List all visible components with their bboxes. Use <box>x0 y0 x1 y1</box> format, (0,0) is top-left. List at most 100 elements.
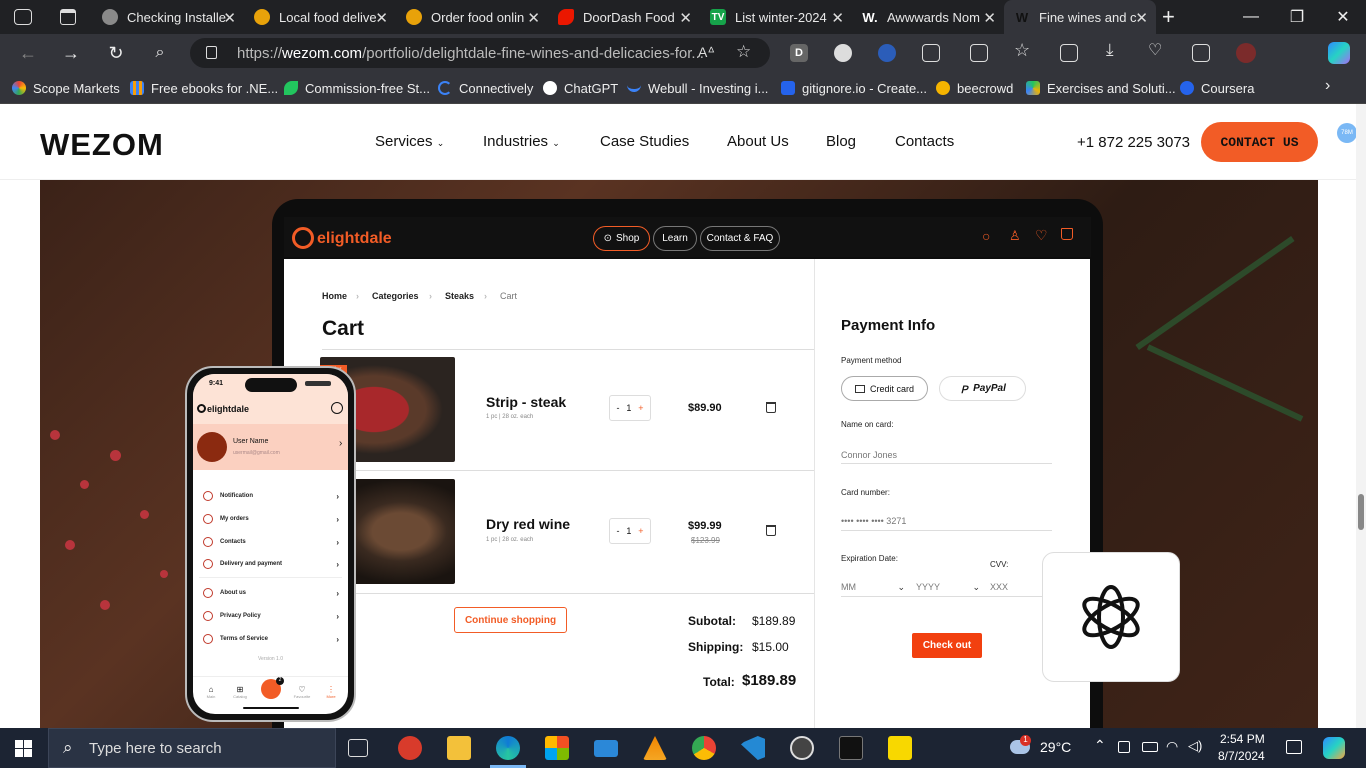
refresh-icon[interactable]: ↻ <box>102 40 130 66</box>
media-player-icon[interactable] <box>790 736 814 760</box>
screenshot-icon[interactable] <box>1192 44 1210 62</box>
trash-icon[interactable] <box>766 525 776 536</box>
extension-globe-icon[interactable] <box>834 44 852 62</box>
trash-icon[interactable] <box>766 402 776 413</box>
learn-pill[interactable]: Learn <box>653 226 697 251</box>
quantity-stepper[interactable]: -1 + <box>609 395 651 421</box>
phone-number-link[interactable]: +1 872 225 3073 <box>1077 134 1190 151</box>
terminal-icon[interactable] <box>839 736 863 760</box>
nav-case-studies[interactable]: Case Studies <box>600 133 689 150</box>
tab-cart[interactable]: 2 <box>261 677 284 699</box>
tab-main[interactable]: ⌂ Main <box>203 685 219 699</box>
contact-faq-pill[interactable]: Contact & FAQ <box>700 226 780 251</box>
app-red-icon[interactable] <box>398 736 422 760</box>
breadcrumb-steaks[interactable]: Steaks <box>445 291 474 301</box>
user-icon[interactable]: ♙ <box>1009 228 1021 244</box>
menu-delivery[interactable]: Delivery and payment › <box>203 559 339 569</box>
nav-industries[interactable]: Industries ⌄ <box>483 133 560 150</box>
scrollbar-thumb[interactable] <box>1358 494 1364 530</box>
browser-tab[interactable]: Order food onlin ✕ <box>396 0 548 34</box>
favorite-star-icon[interactable]: ☆ <box>736 42 751 62</box>
tray-app-icon[interactable] <box>1118 741 1130 753</box>
nav-about-us[interactable]: About Us <box>727 133 789 150</box>
nav-services[interactable]: Services ⌄ <box>375 133 444 150</box>
browser-tab[interactable]: DoorDash Food ✕ <box>548 0 700 34</box>
vscode-icon[interactable] <box>741 736 765 760</box>
decrease-button[interactable]: - <box>616 403 619 413</box>
bookmark-item[interactable]: Commission-free St... <box>284 79 430 97</box>
chrome-icon[interactable] <box>692 736 716 760</box>
clock-time[interactable]: 2:54 PM <box>1220 732 1265 746</box>
close-tab-icon[interactable]: ✕ <box>375 9 388 27</box>
extension-badge[interactable]: 78M <box>1337 123 1357 143</box>
tray-chevron-icon[interactable]: ⌃ <box>1094 737 1106 754</box>
split-screen-icon[interactable] <box>970 44 988 62</box>
edge-icon[interactable] <box>496 736 520 760</box>
shop-pill[interactable]: ⊙ Shop <box>593 226 650 251</box>
extension-d-icon[interactable]: D <box>790 44 808 62</box>
menu-terms[interactable]: Terms of Service › <box>203 634 339 644</box>
wifi-icon[interactable]: ◠ <box>1166 738 1178 755</box>
close-tab-icon[interactable]: ✕ <box>679 9 692 27</box>
continue-shopping-button[interactable]: Continue shopping <box>454 607 567 633</box>
bookmarks-overflow-icon[interactable]: › <box>1325 77 1330 95</box>
weather-temp[interactable]: 29°C <box>1040 739 1071 755</box>
increase-button[interactable]: + <box>638 403 643 413</box>
wezom-logo[interactable]: WEZOM <box>40 127 164 163</box>
nav-blog[interactable]: Blog <box>826 133 856 150</box>
name-on-card-field[interactable]: Connor Jones <box>841 450 897 460</box>
favorites-icon[interactable]: ☆ <box>1014 40 1030 61</box>
downloads-icon[interactable]: ⤓ <box>1106 40 1114 60</box>
phone-search-icon[interactable] <box>331 402 343 414</box>
page-scrollbar[interactable] <box>1356 104 1366 728</box>
notifications-icon[interactable] <box>1286 740 1302 754</box>
search-icon[interactable]: ○ <box>982 228 990 244</box>
windows-start-icon[interactable] <box>15 740 32 757</box>
card-number-field[interactable]: •••• •••• •••• 3271 <box>841 516 906 526</box>
bookmark-item[interactable]: Webull - Investing i... <box>627 79 768 97</box>
mail-icon[interactable] <box>594 740 618 757</box>
browser-tab-active[interactable]: W Fine wines and c ✕ <box>1004 0 1156 34</box>
contact-us-button[interactable]: CONTACT US <box>1201 122 1318 162</box>
address-bar[interactable]: https://wezom.com/portfolio/delightdale-… <box>190 38 770 68</box>
year-select[interactable]: YYYY ⌄ <box>916 582 980 592</box>
close-tab-icon[interactable]: ✕ <box>527 9 540 27</box>
bookmark-item[interactable]: Coursera <box>1180 79 1254 97</box>
profile-card[interactable]: User Name usermail@gmail.com › <box>193 424 348 470</box>
battery-icon[interactable] <box>1142 742 1158 752</box>
browser-tab[interactable]: Checking Installe ✕ <box>92 0 244 34</box>
extensions-puzzle-icon[interactable] <box>922 44 940 62</box>
read-aloud-icon[interactable]: Aᐞ <box>698 44 715 61</box>
lock-icon[interactable] <box>206 46 217 59</box>
browser-tab[interactable]: TV List winter-2024 ✕ <box>700 0 852 34</box>
taskbar-search[interactable]: ⌕ Type here to search <box>48 728 336 768</box>
menu-about-us[interactable]: About us › <box>203 588 339 598</box>
task-view-icon[interactable] <box>348 739 368 757</box>
paypal-option[interactable]: Ｐ PayPal <box>939 376 1026 401</box>
month-select[interactable]: MM ⌄ <box>841 582 905 592</box>
close-tab-icon[interactable]: ✕ <box>983 9 996 27</box>
bookmark-item[interactable]: Free ebooks for .NE... <box>130 79 278 97</box>
browser-tab[interactable]: Local food delive ✕ <box>244 0 396 34</box>
microsoft-store-icon[interactable] <box>545 736 569 760</box>
search-icon[interactable]: ⌕ <box>146 40 174 66</box>
collections-icon[interactable] <box>1060 44 1078 62</box>
forward-icon[interactable]: → <box>57 40 85 66</box>
breadcrumb-home[interactable]: Home <box>322 291 347 301</box>
clock-date[interactable]: 8/7/2024 <box>1218 749 1265 763</box>
copilot-icon[interactable] <box>1328 42 1350 64</box>
copilot-taskbar-icon[interactable] <box>1323 737 1345 759</box>
restore-icon[interactable]: ❐ <box>1274 0 1320 34</box>
vlc-icon[interactable] <box>643 736 667 760</box>
extension-compass-icon[interactable] <box>878 44 896 62</box>
bookmark-item[interactable]: gitignore.io - Create... <box>781 79 927 97</box>
bookmark-item[interactable]: beecrowd <box>936 79 1013 97</box>
close-tab-icon[interactable]: ✕ <box>831 9 844 27</box>
close-tab-icon[interactable]: ✕ <box>1135 9 1148 27</box>
decrease-button[interactable]: - <box>616 526 619 536</box>
minimize-icon[interactable]: — <box>1228 0 1274 34</box>
credit-card-option[interactable]: Credit card <box>841 376 928 401</box>
nav-contacts[interactable]: Contacts <box>895 133 954 150</box>
tab-actions-icon[interactable] <box>14 9 32 25</box>
performance-icon[interactable]: ♡ <box>1148 40 1162 60</box>
